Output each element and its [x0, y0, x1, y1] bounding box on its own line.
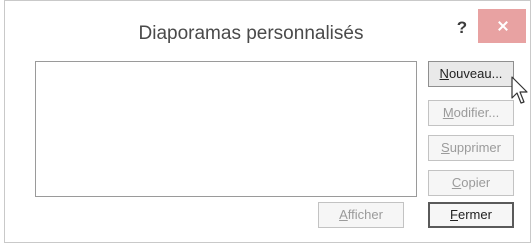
new-button[interactable]: Nouveau... — [428, 61, 514, 87]
show-button-label: fficher — [347, 207, 383, 222]
show-button-mnemonic: A — [339, 207, 348, 222]
dialog-title: Diaporamas personnalisés — [138, 23, 364, 44]
show-button[interactable]: Afficher — [318, 202, 404, 228]
close-button-label: ermer — [458, 207, 492, 222]
custom-shows-list[interactable] — [35, 61, 417, 197]
delete-button-label: upprimer — [449, 140, 501, 155]
new-button-mnemonic: N — [439, 66, 449, 81]
delete-button[interactable]: Supprimer — [428, 135, 514, 161]
edit-button-label: odifier... — [453, 105, 500, 120]
copy-button[interactable]: Copier — [428, 170, 514, 196]
close-icon[interactable] — [478, 9, 526, 43]
edit-button-mnemonic: M — [442, 105, 454, 120]
close-button[interactable]: Fermer — [428, 202, 514, 228]
copy-button-mnemonic: C — [451, 175, 462, 190]
title-bar: Diaporamas personnalisés ? — [5, 1, 530, 55]
delete-button-mnemonic: S — [441, 140, 450, 155]
new-button-label: ouveau... — [448, 66, 503, 81]
mouse-pointer-icon — [511, 76, 528, 104]
copy-button-label: opier — [461, 175, 491, 190]
help-button[interactable]: ? — [448, 15, 476, 41]
close-button-mnemonic: F — [450, 207, 458, 222]
edit-button[interactable]: Modifier... — [428, 100, 514, 126]
custom-shows-dialog: Diaporamas personnalisés ? Nouveau... Mo… — [4, 0, 531, 243]
